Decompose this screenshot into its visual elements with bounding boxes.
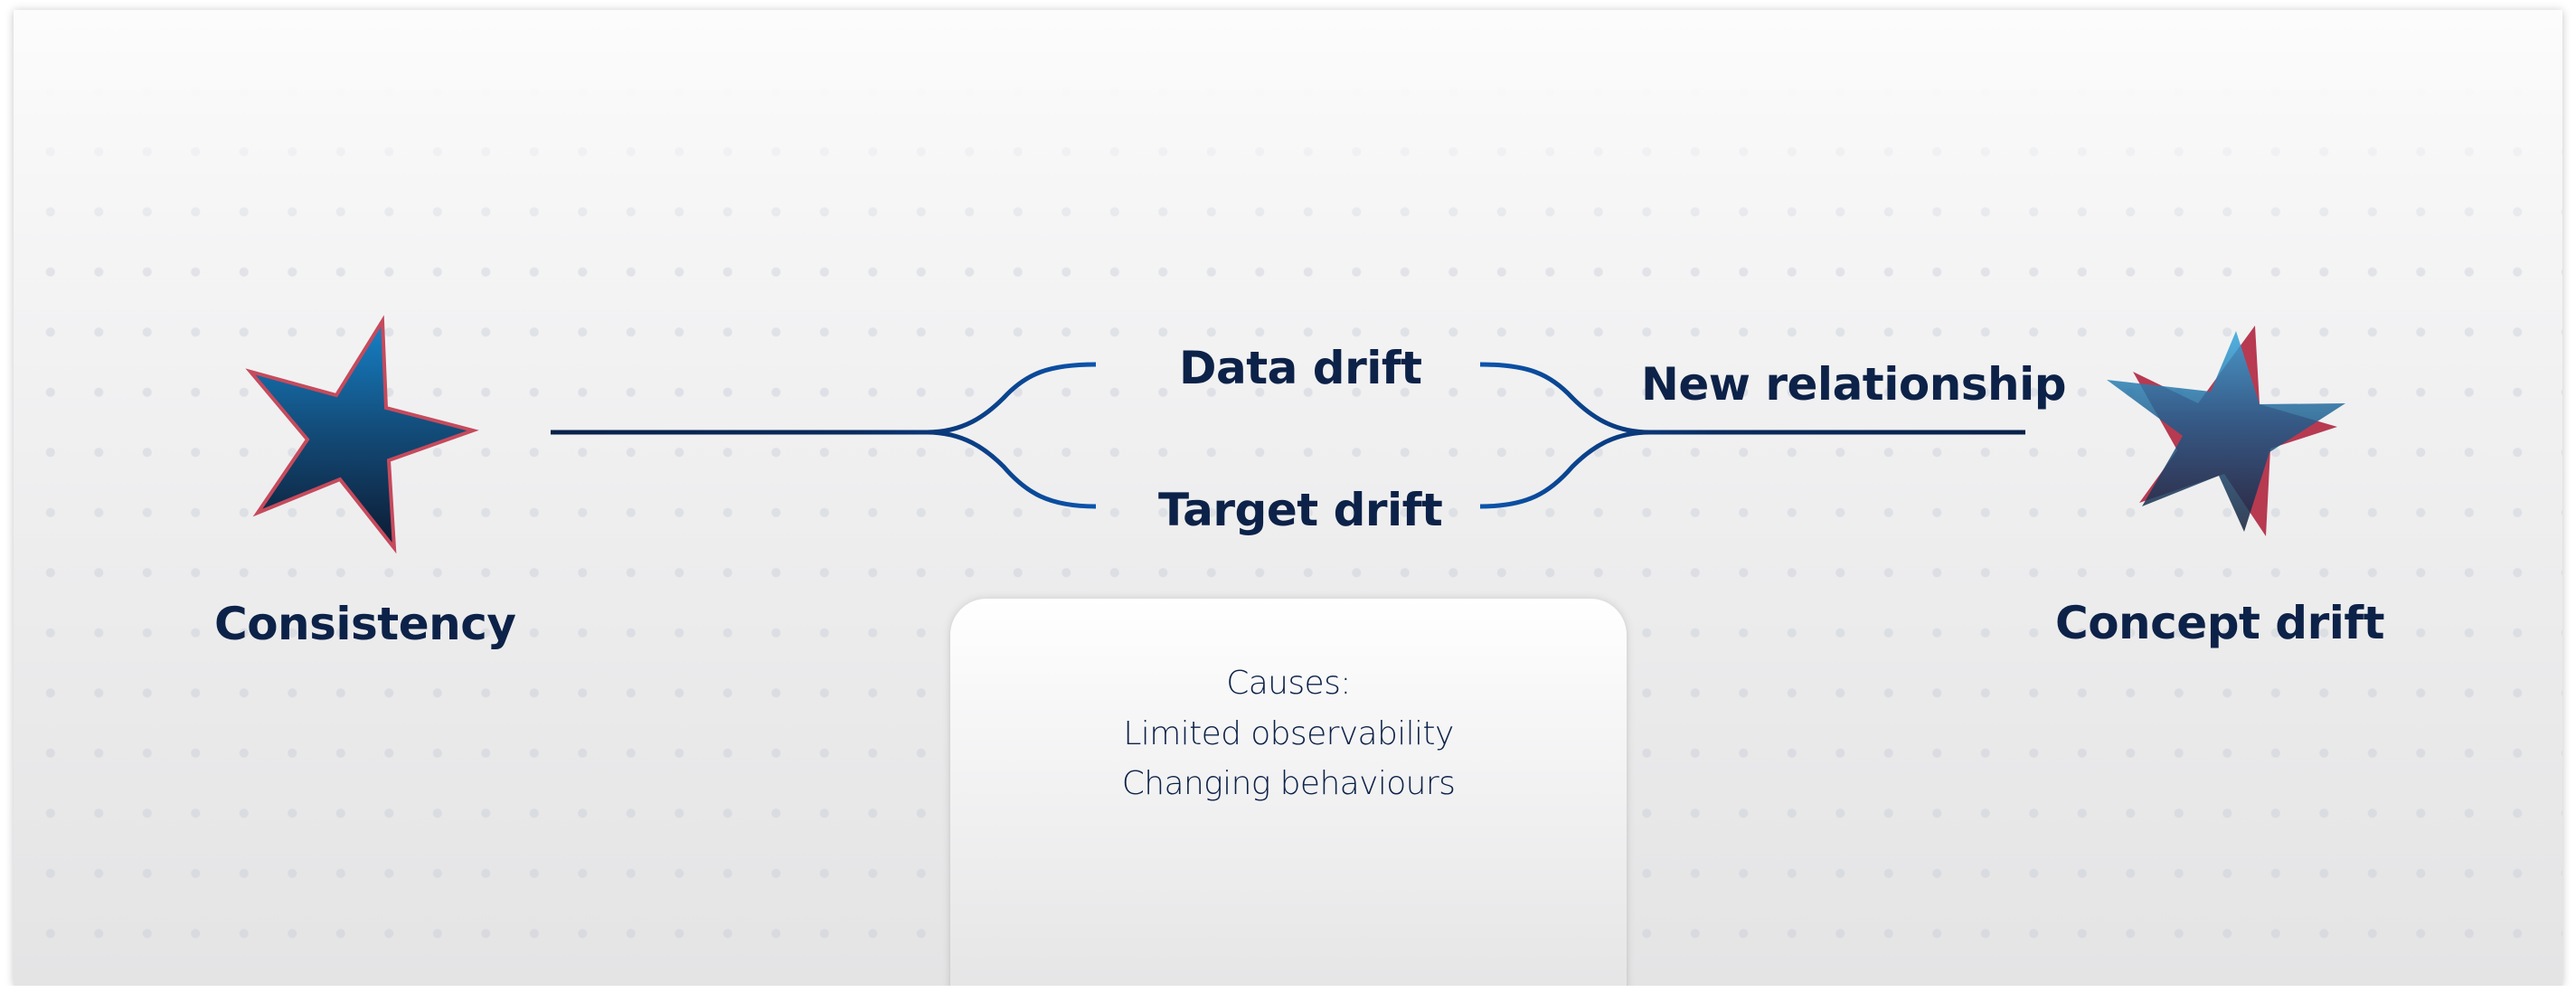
split-connector [551,362,1097,509]
target-drift-label: Target drift [1158,484,1443,536]
target-drift-branch-out [1479,430,1651,509]
page-bottom-margin [0,986,2576,1002]
causes-title: Causes: [1226,665,1351,702]
new-relationship-label: New relationship [1641,358,2067,411]
data-drift-label: Data drift [1179,342,1422,394]
consistency-label: Consistency [214,598,516,650]
concept-drift-star-icon [2107,326,2345,536]
cause-item: Changing behaviours [1121,765,1456,802]
concept-drift-label: Concept drift [2055,597,2385,649]
data-drift-branch-in [926,362,1097,435]
consistency-star-icon [245,315,479,554]
causes-card: Causes: Limited observability Changing b… [950,599,1627,997]
cause-item: Limited observability [1123,714,1454,752]
data-drift-branch-out [1479,362,1651,435]
causes-list: Causes: Limited observability Changing b… [950,658,1627,809]
target-drift-branch-in [926,430,1097,509]
